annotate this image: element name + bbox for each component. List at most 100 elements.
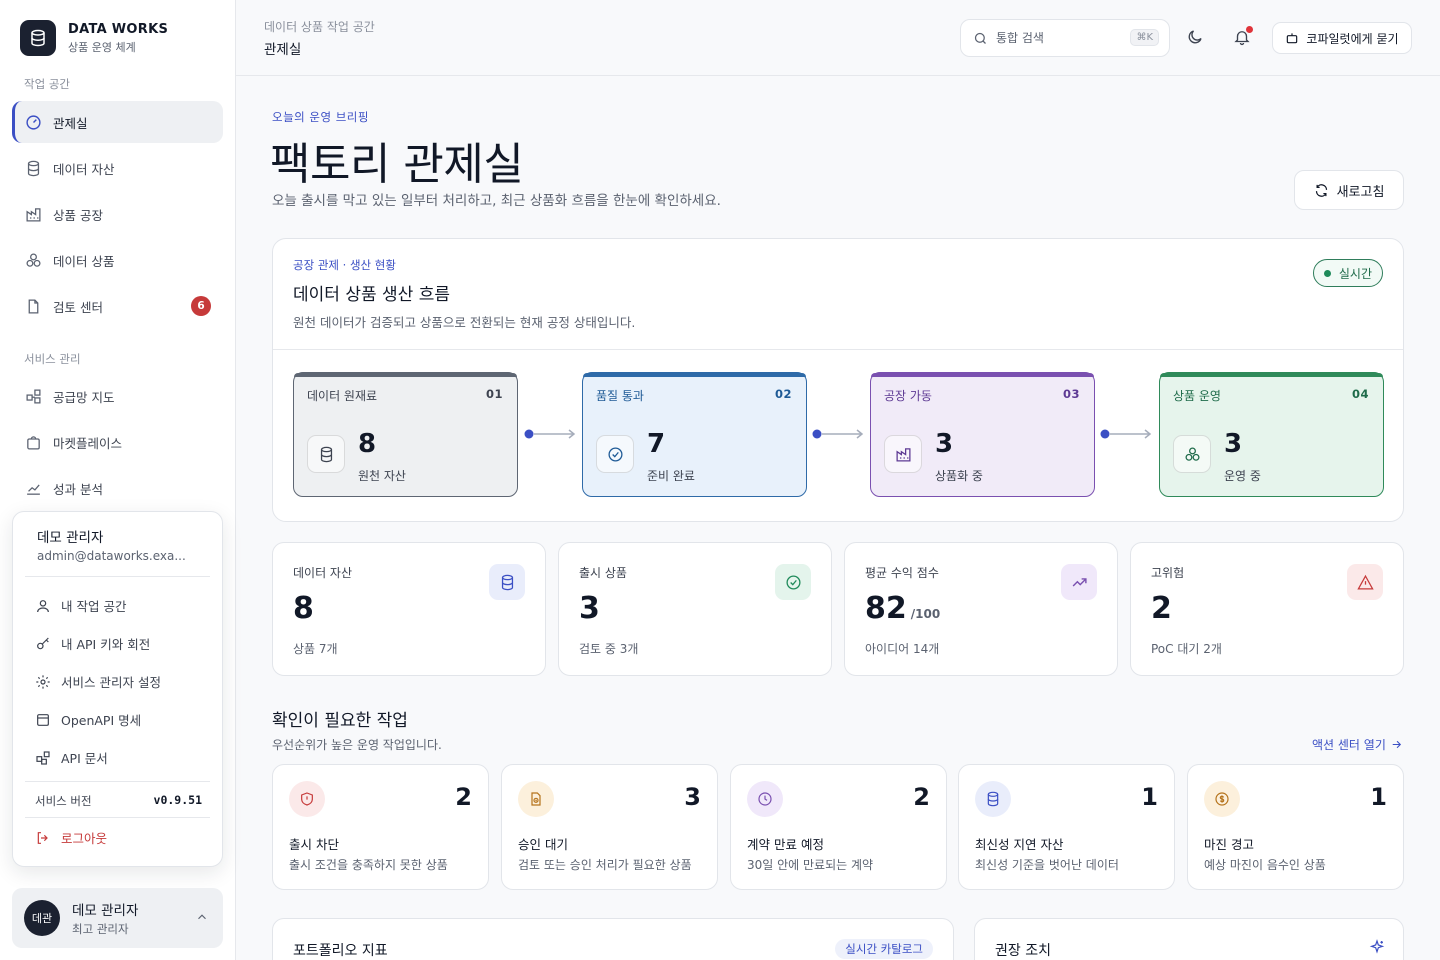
- menu-item-openapi[interactable]: OpenAPI 명세: [35, 710, 141, 729]
- search-box[interactable]: ⌘K: [960, 19, 1170, 57]
- warning-icon: [1347, 564, 1383, 600]
- kpi-value: 2: [1151, 591, 1172, 626]
- task-count: 1: [1141, 783, 1158, 811]
- kpi-number: 8: [293, 591, 314, 626]
- stage-accent: [871, 373, 1094, 377]
- search-input[interactable]: [996, 31, 1126, 45]
- task-title: 최신성 지연 자산: [975, 837, 1064, 852]
- task-description: 30일 안에 만료되는 계약: [747, 858, 874, 872]
- menu-item-api-docs[interactable]: API 문서: [35, 748, 108, 767]
- stage-factory-running[interactable]: 공장 가동 03 3 상품화 중: [870, 372, 1095, 497]
- sidebar-item-marketplace[interactable]: 마켓플레이스: [12, 421, 223, 463]
- stage-label: 상품 운영: [1173, 389, 1221, 403]
- stage-number: 03: [1062, 387, 1080, 401]
- stage-quality-passed[interactable]: 품질 통과 02 7 준비 완료: [582, 372, 807, 497]
- kpi-card-data-assets[interactable]: 데이터 자산 8 상품 7개: [272, 542, 546, 676]
- service-version: 서비스 버전 v0.9.51: [35, 793, 202, 809]
- task-title: 출시 차단: [289, 837, 339, 852]
- stage-product-operation[interactable]: 상품 운영 04 3 운영 중: [1159, 372, 1384, 497]
- stage-number: 02: [774, 387, 792, 401]
- user-card[interactable]: 데관 데모 관리자 최고 관리자: [12, 888, 223, 948]
- stage-subtitle: 상품화 중: [935, 469, 983, 483]
- kpi-subtitle: 상품 7개: [293, 642, 338, 656]
- breadcrumb[interactable]: 데이터 상품 작업 공간: [264, 18, 375, 35]
- kpi-label: 평균 수익 점수: [865, 566, 939, 580]
- sidebar-item-data-products[interactable]: 데이터 상품: [12, 239, 223, 281]
- avatar: 데관: [24, 900, 60, 936]
- brand[interactable]: DATA WORKS 상품 운영 체계: [20, 20, 168, 56]
- clock-icon: [747, 781, 783, 817]
- task-card-contract-expiry[interactable]: 2 계약 만료 예정 30일 안에 만료되는 계약: [730, 764, 947, 890]
- card-title: 권장 조치: [995, 943, 1051, 959]
- sidebar-item-supply-map[interactable]: 공급망 지도: [12, 375, 223, 417]
- task-card-pending-approval[interactable]: 3 승인 대기 검토 또는 승인 처리가 필요한 상품: [501, 764, 718, 890]
- task-card-margin-warning[interactable]: 1 마진 경고 예상 마진이 음수인 상품: [1187, 764, 1404, 890]
- stage-label: 품질 통과: [596, 389, 644, 403]
- stage-value: 3: [1224, 429, 1243, 459]
- file-check-icon: [24, 297, 42, 315]
- logout-button[interactable]: 로그아웃: [35, 828, 107, 847]
- stage-number: 04: [1351, 387, 1369, 401]
- menu-item-label: 내 작업 공간: [61, 599, 127, 614]
- live-catalog-badge: 실시간 카탈로그: [835, 939, 933, 959]
- notifications-button[interactable]: [1231, 26, 1253, 48]
- kpi-unit: /100: [910, 607, 941, 621]
- user-name: 데모 관리자: [72, 903, 139, 919]
- stage-value: 3: [935, 429, 954, 459]
- menu-item-my-workspace[interactable]: 내 작업 공간: [35, 596, 126, 615]
- task-card-stale-assets[interactable]: 1 최신성 지연 자산 최신성 기준을 벗어난 데이터: [958, 764, 1175, 890]
- database-icon: [307, 435, 345, 473]
- menu-item-label: API 문서: [61, 751, 108, 766]
- ask-copilot-label: 코파일럿에게 묻기: [1306, 31, 1399, 46]
- logout-label: 로그아웃: [61, 831, 108, 846]
- sidebar-item-control-room[interactable]: 관제실: [12, 101, 223, 143]
- link-label: 액션 센터 열기: [1312, 738, 1386, 752]
- database-icon: [489, 564, 525, 600]
- sidebar-item-review-center[interactable]: 검토 센터 6: [12, 285, 223, 327]
- kpi-card-revenue-score[interactable]: 평균 수익 점수 82/100 아이디어 14개: [844, 542, 1118, 676]
- task-count: 2: [455, 783, 472, 811]
- flow-arrow-connector: [1100, 429, 1152, 439]
- cubes-icon: [1173, 435, 1211, 473]
- task-description: 최신성 기준을 벗어난 데이터: [975, 858, 1119, 872]
- kpi-value: 8: [293, 591, 314, 626]
- sidebar-item-data-assets[interactable]: 데이터 자산: [12, 147, 223, 189]
- chevron-up-icon: [198, 914, 206, 920]
- shield-alert-icon: [289, 781, 325, 817]
- flow-description: 원천 데이터가 검증되고 상품으로 전환되는 현재 공정 상태입니다.: [293, 315, 636, 330]
- kpi-label: 데이터 자산: [293, 566, 353, 580]
- flow-arrow-connector: [812, 429, 864, 439]
- page-description: 오늘 출시를 막고 있는 일부터 처리하고, 최근 상품화 흐름을 한눈에 확인…: [272, 193, 721, 209]
- stage-label: 공장 가동: [884, 389, 932, 403]
- menu-item-api-keys[interactable]: 내 API 키와 회전: [35, 634, 150, 653]
- live-label: 실시간: [1338, 266, 1372, 281]
- brand-subtitle: 상품 운영 체계: [68, 40, 136, 54]
- menu-item-admin-settings[interactable]: 서비스 관리자 설정: [35, 672, 161, 691]
- recommended-actions-card: 권장 조치: [974, 918, 1404, 960]
- nav-section-workspace: 작업 공간: [24, 77, 70, 91]
- nav-section-service: 서비스 관리: [24, 352, 81, 366]
- live-status-badge: 실시간: [1312, 259, 1383, 287]
- task-card-launch-blocked[interactable]: 2 출시 차단 출시 조건을 충족하지 못한 상품: [272, 764, 489, 890]
- open-action-center-link[interactable]: 액션 센터 열기: [1312, 736, 1403, 753]
- kpi-card-launched-products[interactable]: 출시 상품 3 검토 중 3개: [558, 542, 832, 676]
- refresh-button[interactable]: 새로고침: [1294, 170, 1404, 210]
- sidebar: DATA WORKS 상품 운영 체계 작업 공간 관제실 데이터 자산 상품 …: [0, 0, 236, 960]
- search-icon: [974, 32, 986, 44]
- popover-user-email: admin@dataworks.exa...: [37, 549, 186, 563]
- kpi-subtitle: PoC 대기 2개: [1151, 642, 1222, 656]
- factory-icon: [884, 435, 922, 473]
- sidebar-item-analytics[interactable]: 성과 분석: [12, 467, 223, 509]
- sidebar-item-product-factory[interactable]: 상품 공장: [12, 193, 223, 235]
- card-title: 포트폴리오 지표: [293, 943, 388, 959]
- logout-icon: [37, 831, 48, 844]
- divider: [25, 781, 210, 782]
- ask-copilot-button[interactable]: 코파일럿에게 묻기: [1272, 22, 1412, 54]
- review-count-badge: 6: [191, 296, 211, 316]
- stage-raw-data[interactable]: 데이터 원재료 01 8 원천 자산: [293, 372, 518, 497]
- kpi-card-high-risk[interactable]: 고위험 2 PoC 대기 2개: [1130, 542, 1404, 676]
- gear-icon: [36, 674, 50, 689]
- portfolio-metrics-card: 포트폴리오 지표 실시간 카탈로그: [272, 918, 954, 960]
- theme-toggle-button[interactable]: [1184, 26, 1206, 48]
- menu-item-label: 서비스 관리자 설정: [61, 675, 161, 690]
